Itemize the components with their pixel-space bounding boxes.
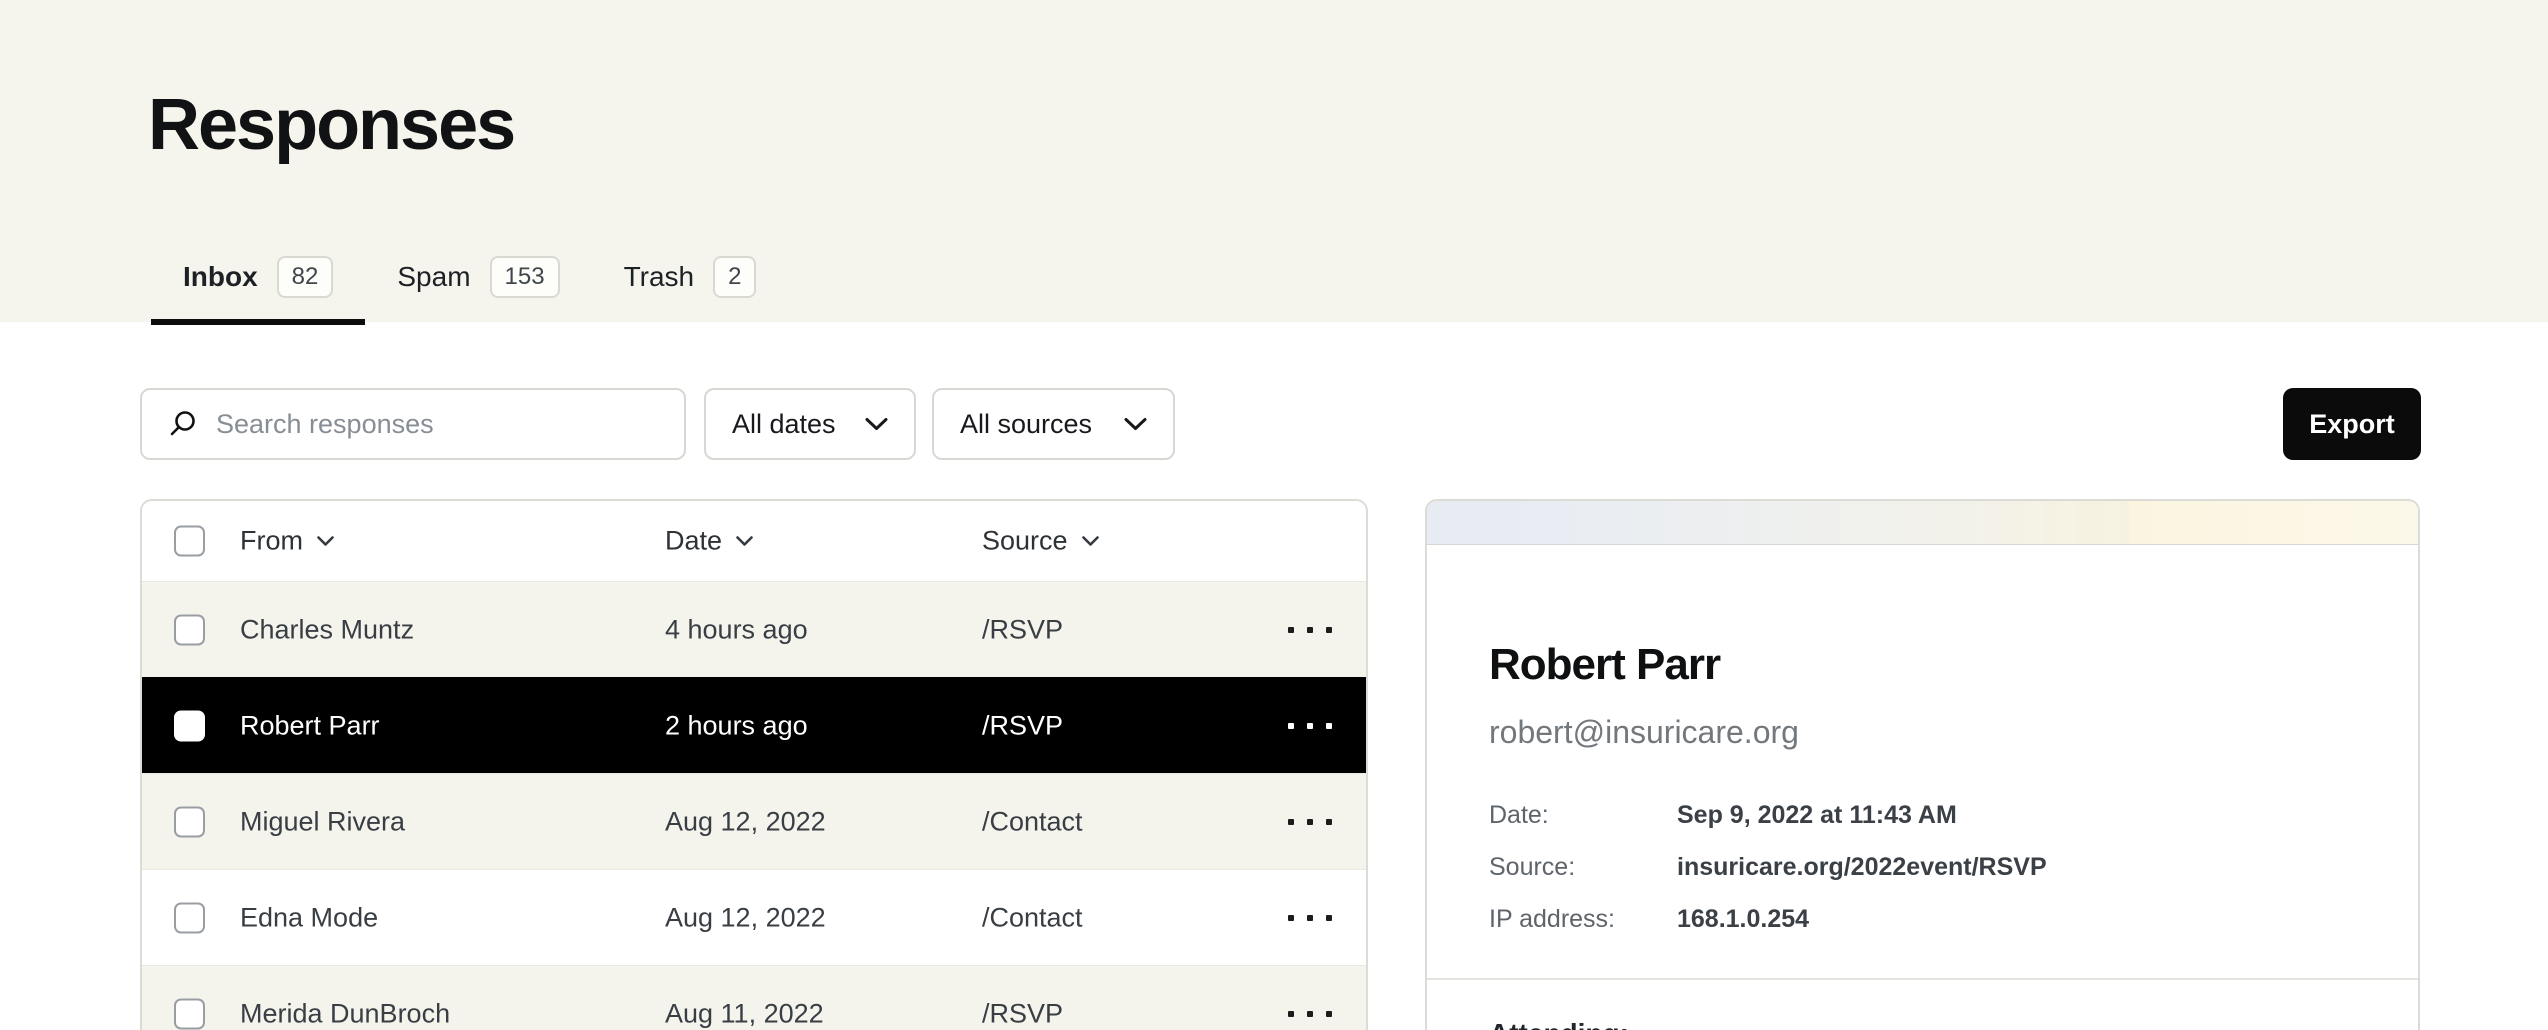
row-menu-button[interactable] bbox=[1282, 997, 1338, 1030]
column-header-source[interactable]: Source bbox=[982, 526, 1099, 557]
tab-inbox[interactable]: Inbox 82 bbox=[151, 256, 365, 322]
tab-inbox-label: Inbox bbox=[183, 261, 258, 293]
search-icon bbox=[166, 408, 198, 440]
detail-divider bbox=[1427, 978, 2418, 980]
responses-page: Responses Inbox 82 Spam 153 Trash 2 All … bbox=[0, 0, 2548, 1030]
detail-banner bbox=[1427, 501, 2418, 545]
table-row-miguel-rivera[interactable]: Miguel Rivera Aug 12, 2022 /Contact bbox=[142, 773, 1366, 869]
table-header: From Date Source bbox=[142, 501, 1366, 581]
row-checkbox[interactable] bbox=[174, 614, 205, 645]
tab-spam-label: Spam bbox=[397, 261, 470, 293]
row-from: Charles Muntz bbox=[240, 614, 414, 645]
tab-trash-count-badge: 2 bbox=[713, 256, 756, 298]
response-meta-fields: Date: Sep 9, 2022 at 11:43 AM Source: in… bbox=[1489, 801, 2418, 934]
table-row-merida-dunbroch[interactable]: Merida DunBroch Aug 11, 2022 /RSVP bbox=[142, 965, 1366, 1030]
row-date: Aug 12, 2022 bbox=[665, 806, 826, 837]
search-box[interactable] bbox=[140, 388, 686, 460]
row-menu-button[interactable] bbox=[1282, 613, 1338, 647]
column-header-date[interactable]: Date bbox=[665, 526, 753, 557]
attending-heading: Attending: bbox=[1489, 1018, 2418, 1030]
row-from: Miguel Rivera bbox=[240, 806, 405, 837]
chevron-down-icon bbox=[317, 536, 334, 547]
dates-filter-dropdown[interactable]: All dates bbox=[704, 388, 916, 460]
chevron-down-icon bbox=[1124, 417, 1147, 431]
field-value-date: Sep 9, 2022 at 11:43 AM bbox=[1677, 801, 2418, 830]
tab-spam[interactable]: Spam 153 bbox=[365, 256, 591, 322]
row-checkbox[interactable] bbox=[174, 902, 205, 933]
table-row-charles-muntz[interactable]: Charles Muntz 4 hours ago /RSVP bbox=[142, 581, 1366, 677]
sources-filter-dropdown[interactable]: All sources bbox=[932, 388, 1175, 460]
table-row-robert-parr[interactable]: Robert Parr 2 hours ago /RSVP bbox=[142, 677, 1366, 773]
field-label-source: Source: bbox=[1489, 853, 1677, 882]
row-from: Merida DunBroch bbox=[240, 998, 450, 1029]
chevron-down-icon bbox=[736, 536, 753, 547]
table-row-edna-mode[interactable]: Edna Mode Aug 12, 2022 /Contact bbox=[142, 869, 1366, 965]
field-label-ip: IP address: bbox=[1489, 905, 1677, 934]
row-source: /RSVP bbox=[982, 614, 1063, 645]
row-menu-button[interactable] bbox=[1282, 901, 1338, 935]
tab-spam-count-badge: 153 bbox=[490, 256, 560, 298]
row-date: 4 hours ago bbox=[665, 614, 808, 645]
row-checkbox[interactable] bbox=[174, 710, 205, 741]
row-source: /RSVP bbox=[982, 998, 1063, 1029]
page-title: Responses bbox=[148, 84, 514, 166]
chevron-down-icon bbox=[865, 417, 888, 431]
row-source: /RSVP bbox=[982, 710, 1063, 741]
tab-inbox-count-badge: 82 bbox=[277, 256, 334, 298]
tab-bar: Inbox 82 Spam 153 Trash 2 bbox=[151, 256, 788, 322]
row-menu-button[interactable] bbox=[1282, 805, 1338, 839]
response-detail-panel: Robert Parr robert@insuricare.org Date: … bbox=[1425, 499, 2420, 1030]
row-date: Aug 11, 2022 bbox=[665, 998, 824, 1029]
row-menu-button[interactable] bbox=[1282, 709, 1338, 743]
sources-filter-value: All sources bbox=[960, 409, 1092, 440]
respondent-name: Robert Parr bbox=[1489, 640, 2418, 690]
field-label-date: Date: bbox=[1489, 801, 1677, 830]
row-checkbox[interactable] bbox=[174, 998, 205, 1029]
header-band: Responses Inbox 82 Spam 153 Trash 2 bbox=[0, 0, 2548, 322]
respondent-email: robert@insuricare.org bbox=[1489, 714, 2418, 751]
search-input[interactable] bbox=[216, 409, 664, 440]
select-all-checkbox[interactable] bbox=[174, 526, 205, 557]
row-date: 2 hours ago bbox=[665, 710, 808, 741]
row-checkbox[interactable] bbox=[174, 806, 205, 837]
row-source: /Contact bbox=[982, 902, 1083, 933]
chevron-down-icon bbox=[1082, 536, 1099, 547]
column-header-from[interactable]: From bbox=[240, 526, 334, 557]
field-value-ip: 168.1.0.254 bbox=[1677, 905, 2418, 934]
tab-trash[interactable]: Trash 2 bbox=[592, 256, 789, 322]
row-from: Edna Mode bbox=[240, 902, 378, 933]
export-button[interactable]: Export bbox=[2283, 388, 2421, 460]
dates-filter-value: All dates bbox=[732, 409, 836, 440]
field-value-source: insuricare.org/2022event/RSVP bbox=[1677, 853, 2418, 882]
tab-trash-label: Trash bbox=[624, 261, 695, 293]
row-date: Aug 12, 2022 bbox=[665, 902, 826, 933]
row-source: /Contact bbox=[982, 806, 1083, 837]
row-from: Robert Parr bbox=[240, 710, 380, 741]
responses-table: From Date Source Charles Muntz 4 bbox=[140, 499, 1368, 1030]
